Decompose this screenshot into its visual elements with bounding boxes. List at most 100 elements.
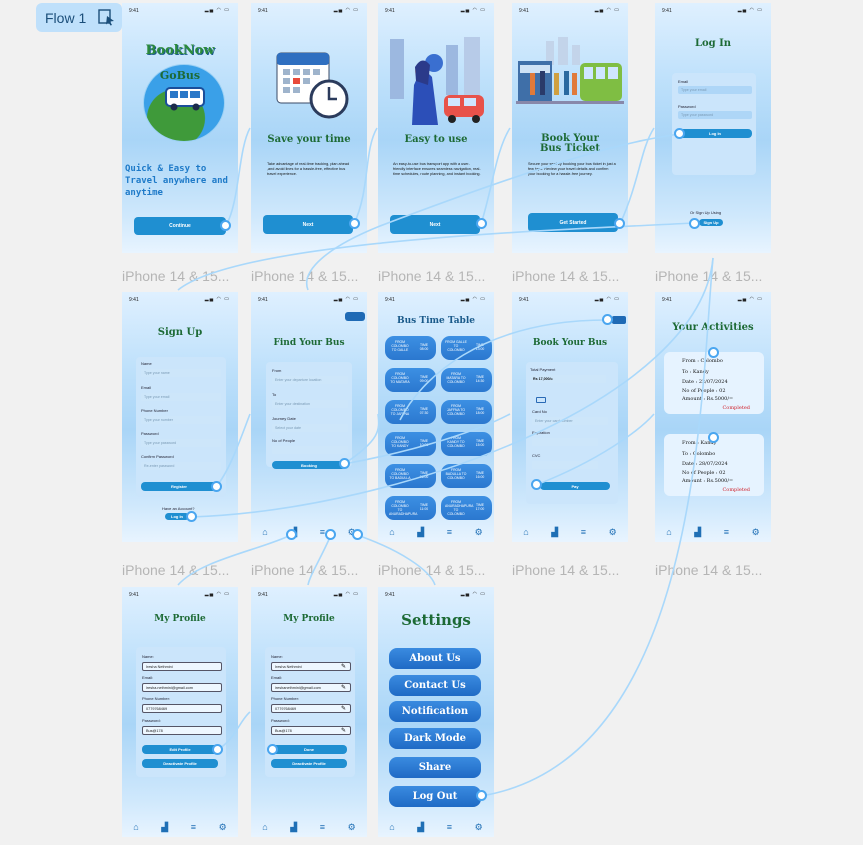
ticket-icon[interactable]: ▟ bbox=[551, 527, 558, 538]
flow-connector-dot[interactable] bbox=[211, 481, 222, 492]
ticket-icon[interactable]: ▟ bbox=[694, 527, 701, 538]
ticket-icon[interactable]: ▟ bbox=[417, 822, 424, 833]
timetable-entry[interactable]: FROM COLOMBO TO GALLE TIME 08:00 bbox=[385, 336, 436, 360]
ticket-icon[interactable]: ▟ bbox=[290, 822, 297, 833]
phone-input[interactable]: Type your number bbox=[141, 416, 221, 424]
gear-icon[interactable]: ⚙ bbox=[752, 527, 760, 538]
deactivate-profile-button[interactable]: Deactivate Profile bbox=[142, 759, 218, 768]
flow-connector-dot[interactable] bbox=[212, 744, 223, 755]
menu-icon[interactable] bbox=[345, 312, 365, 321]
timetable-entry[interactable]: FROM MATARA TO COLOMBO TIME 14:30 bbox=[441, 368, 492, 392]
confirm-password-input[interactable]: Re-enter password bbox=[141, 462, 221, 470]
date-input[interactable]: Select your date bbox=[272, 424, 348, 432]
ticket-icon[interactable]: ▟ bbox=[161, 822, 168, 833]
password-field[interactable]: Bus@178 bbox=[271, 726, 351, 735]
signup-link-button[interactable]: Sign Up bbox=[699, 219, 723, 226]
flow-connector-dot[interactable] bbox=[267, 744, 278, 755]
get-started-button[interactable]: Get Started bbox=[528, 213, 618, 232]
timetable-entry[interactable]: FROM ANURADHAPURA TO COLOMBO TIME 17:00 bbox=[441, 496, 492, 520]
card-input[interactable]: Enter your card number bbox=[532, 417, 608, 425]
cvc-input[interactable] bbox=[532, 461, 598, 469]
menu-icon[interactable] bbox=[612, 316, 626, 324]
email-field[interactable]: iresha.nethmini@gmail.com bbox=[142, 683, 222, 692]
timetable-entry[interactable]: FROM BADULLA TO COLOMBO TIME 16:00 bbox=[441, 464, 492, 488]
flow-connector-dot[interactable] bbox=[339, 458, 350, 469]
flow-connector-dot[interactable] bbox=[186, 511, 197, 522]
from-select[interactable]: Enter your departure location bbox=[272, 376, 348, 384]
flow-label[interactable]: Flow 1 bbox=[36, 3, 122, 32]
list-icon[interactable]: ≡ bbox=[724, 527, 729, 537]
flow-connector-dot[interactable] bbox=[325, 529, 336, 540]
phone-field[interactable]: 0779768469 bbox=[271, 704, 351, 713]
list-icon[interactable]: ≡ bbox=[320, 822, 325, 832]
timetable-entry[interactable]: FROM KANDY TO COLOMBO TIME 15:00 bbox=[441, 432, 492, 456]
timetable-entry[interactable]: FROM COLOMBO TO ANURADHAPURA TIME 11:00 bbox=[385, 496, 436, 520]
flow-connector-dot[interactable] bbox=[602, 314, 613, 325]
timetable-entry[interactable]: FROM COLOMBO TO KANDY TIME 10:00 bbox=[385, 432, 436, 456]
home-icon[interactable]: ⌂ bbox=[389, 822, 394, 832]
list-icon[interactable]: ≡ bbox=[447, 822, 452, 832]
expiration-input[interactable] bbox=[532, 438, 598, 446]
home-icon[interactable]: ⌂ bbox=[523, 527, 528, 537]
to-select[interactable]: Enter your destination bbox=[272, 400, 348, 408]
timetable-entry[interactable]: FROM COLOMBO TO MATARA TIME 09:00 bbox=[385, 368, 436, 392]
next-button[interactable]: Next bbox=[263, 215, 353, 234]
activity-card[interactable]: From : Kandy To : Colombo Date : 28/07/2… bbox=[664, 434, 764, 496]
flow-connector-dot[interactable] bbox=[708, 347, 719, 358]
pay-button[interactable]: Pay bbox=[540, 482, 610, 490]
edit-pencil-icon[interactable]: ✎ bbox=[341, 684, 346, 691]
phone-field[interactable]: 0779768469 bbox=[142, 704, 222, 713]
dark-mode-button[interactable]: Dark Mode bbox=[389, 728, 481, 749]
register-button[interactable]: Register bbox=[141, 482, 217, 491]
edit-pencil-icon[interactable]: ✎ bbox=[341, 705, 346, 712]
home-icon[interactable]: ⌂ bbox=[389, 527, 394, 537]
list-icon[interactable]: ≡ bbox=[581, 527, 586, 537]
done-button[interactable]: Done bbox=[271, 745, 347, 754]
email-input[interactable]: Type your email bbox=[678, 86, 752, 94]
list-icon[interactable]: ≡ bbox=[447, 527, 452, 537]
booking-button[interactable]: Booking bbox=[272, 461, 346, 469]
contact-us-button[interactable]: Contact Us bbox=[389, 675, 481, 696]
login-button[interactable]: Log In bbox=[678, 129, 752, 138]
timetable-entry[interactable]: FROM COLOMBO TO BADULLA TIME 06:00 bbox=[385, 464, 436, 488]
email-input[interactable]: Type your email bbox=[141, 393, 221, 401]
name-field[interactable]: Iresha Nethmini bbox=[142, 662, 222, 671]
people-input[interactable] bbox=[272, 446, 348, 454]
flow-connector-dot[interactable] bbox=[349, 218, 360, 229]
gear-icon[interactable]: ⚙ bbox=[219, 822, 227, 833]
timetable-entry[interactable]: FROM GALLE TO COLOMBO TIME 13:00 bbox=[441, 336, 492, 360]
flow-connector-dot[interactable] bbox=[531, 479, 542, 490]
gear-icon[interactable]: ⚙ bbox=[609, 527, 617, 538]
flow-connector-dot[interactable] bbox=[708, 432, 719, 443]
timetable-entry[interactable]: FROM JAFFNA TO COLOMBO TIME 18:00 bbox=[441, 400, 492, 424]
password-input[interactable]: Type your password bbox=[678, 111, 752, 119]
flow-connector-dot[interactable] bbox=[674, 128, 685, 139]
flow-connector-dot[interactable] bbox=[476, 218, 487, 229]
next-button[interactable]: Next bbox=[390, 215, 480, 234]
gear-icon[interactable]: ⚙ bbox=[475, 527, 483, 538]
notification-button[interactable]: Notification bbox=[389, 701, 481, 722]
flow-connector-dot[interactable] bbox=[352, 529, 363, 540]
flow-connector-dot[interactable] bbox=[476, 790, 487, 801]
name-field[interactable]: Iresha Nethmini bbox=[271, 662, 351, 671]
flow-start-icon[interactable] bbox=[98, 9, 116, 26]
flow-connector-dot[interactable] bbox=[689, 218, 700, 229]
flow-connector-dot[interactable] bbox=[220, 220, 231, 231]
share-button[interactable]: Share bbox=[389, 757, 481, 778]
password-field[interactable]: Bus@178 bbox=[142, 726, 222, 735]
timetable-entry[interactable]: FROM COLOMBO TO JAFFNA TIME 07:30 bbox=[385, 400, 436, 424]
deactivate-profile-button[interactable]: Deactivate Profile bbox=[271, 759, 347, 768]
ticket-icon[interactable]: ▟ bbox=[417, 527, 424, 538]
home-icon[interactable]: ⌂ bbox=[666, 527, 671, 537]
home-icon[interactable]: ⌂ bbox=[262, 527, 267, 537]
home-icon[interactable]: ⌂ bbox=[133, 822, 138, 832]
about-us-button[interactable]: About Us bbox=[389, 648, 481, 669]
flow-connector-dot[interactable] bbox=[286, 529, 297, 540]
name-input[interactable]: Type your name bbox=[141, 369, 221, 377]
list-icon[interactable]: ≡ bbox=[191, 822, 196, 832]
gear-icon[interactable]: ⚙ bbox=[475, 822, 483, 833]
activity-card[interactable]: From : Colombo To : Kandy Date : 22/07/2… bbox=[664, 352, 764, 414]
edit-profile-button[interactable]: Edit Profile bbox=[142, 745, 218, 754]
email-field[interactable]: ireshanethmini@gmail.com bbox=[271, 683, 351, 692]
password-input[interactable]: Type your password bbox=[141, 439, 221, 447]
